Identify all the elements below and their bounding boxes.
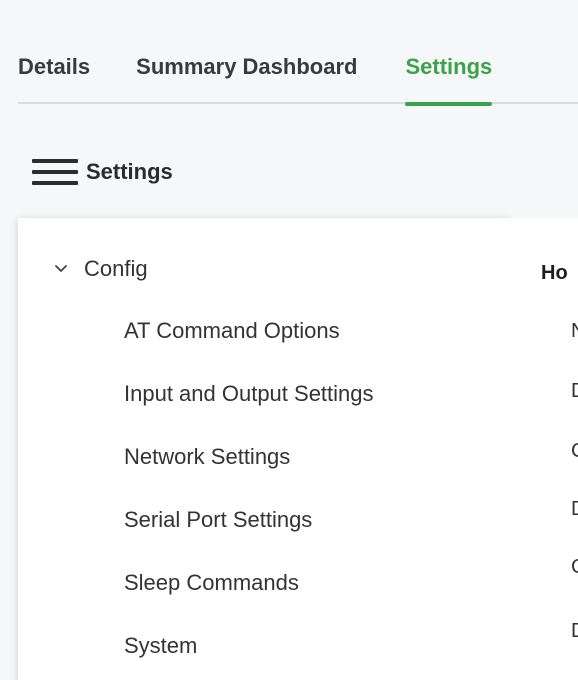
nav-item-system[interactable]: System [124, 633, 374, 680]
tab-settings[interactable]: Settings [405, 40, 492, 106]
nav-item-input-output-settings[interactable]: Input and Output Settings [124, 381, 374, 444]
nav-item-sleep-commands[interactable]: Sleep Commands [124, 570, 374, 633]
content-row: D [571, 498, 578, 521]
content-row: D [571, 620, 578, 643]
tab-details[interactable]: Details [18, 40, 90, 104]
content-row: N [571, 320, 578, 343]
hamburger-menu-icon[interactable] [32, 159, 78, 185]
content-panel: Ho N D C D C D [510, 218, 578, 680]
tab-bar: Details Summary Dashboard Settings [18, 40, 578, 106]
nav-item-serial-port-settings[interactable]: Serial Port Settings [124, 507, 374, 570]
settings-nav-panel: Config AT Command Options Input and Outp… [18, 218, 510, 680]
content-row: D [571, 380, 578, 403]
settings-title: Settings [86, 159, 173, 184]
nav-item-at-command-options[interactable]: AT Command Options [124, 318, 374, 381]
chevron-down-icon[interactable] [54, 262, 68, 276]
nav-item-network-settings[interactable]: Network Settings [124, 444, 374, 507]
tree-group-label: Config [84, 256, 148, 281]
content-row: C [571, 440, 578, 463]
config-item-list: AT Command Options Input and Output Sett… [124, 318, 374, 680]
tab-summary-dashboard[interactable]: Summary Dashboard [136, 40, 357, 104]
page: Details Summary Dashboard Settings Setti… [0, 0, 578, 680]
settings-menu-toggle[interactable]: Settings [32, 152, 173, 192]
content-row: C [571, 556, 578, 579]
content-heading: Ho [541, 262, 568, 284]
tree-group-config[interactable]: Config [54, 256, 148, 282]
